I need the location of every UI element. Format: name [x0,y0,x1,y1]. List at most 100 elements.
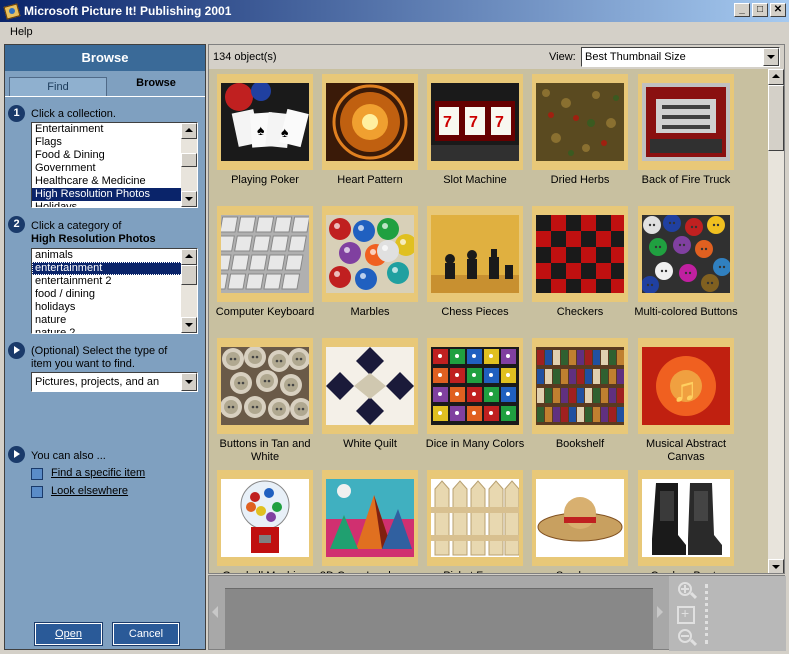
find-item-checkbox-icon[interactable] [31,468,43,480]
thumbnail-image[interactable] [431,347,519,425]
thumbnail-item[interactable]: Computer Keyboard [212,203,318,333]
collection-list-scrollbar[interactable] [181,123,197,207]
thumbnail-image[interactable]: 777 [431,83,519,161]
thumbnail-image[interactable] [642,215,730,293]
thumbnail-item[interactable]: ♠ ♠ Playing Poker [212,71,318,201]
thumbnail-frame[interactable] [532,206,628,302]
list-item[interactable]: entertainment 2 [32,275,197,288]
list-item[interactable]: nature [32,314,197,327]
scroll-up-button[interactable] [768,69,784,85]
thumbnail-item[interactable]: Cowboy Boots [633,467,739,573]
thumbnail-image[interactable] [536,479,624,557]
thumbnail-frame[interactable] [532,338,628,434]
thumbnail-image[interactable] [326,215,414,293]
minimize-button[interactable]: _ [734,3,750,17]
thumbnail-frame[interactable] [217,470,313,566]
view-select[interactable]: Best Thumbnail Size [581,47,780,67]
thumbnail-image[interactable] [326,479,414,557]
thumbnail-item[interactable]: Sombrero [527,467,633,573]
tab-find[interactable]: Find [9,77,107,97]
thumbnail-image[interactable] [221,479,309,557]
tray-left-arrow-icon[interactable] [212,606,218,618]
close-button[interactable]: ✕ [770,3,786,17]
scroll-thumb[interactable] [768,85,784,151]
gallery-scrollbar[interactable] [768,69,784,573]
thumbnail-frame[interactable] [322,338,418,434]
tray-right-arrow-icon[interactable] [657,606,663,618]
thumbnail-frame[interactable] [638,470,734,566]
scroll-down-button[interactable] [768,559,784,573]
list-item[interactable]: nature 2 [32,327,197,333]
item-type-select[interactable]: Pictures, projects, and an [31,372,198,392]
tray-area[interactable] [225,588,653,650]
thumbnail-image[interactable] [326,347,414,425]
thumbnail-image[interactable] [642,83,730,161]
thumbnail-item[interactable]: ♫ Musical Abstract Canvas [633,335,739,465]
menu-help[interactable]: Help [4,26,39,38]
maximize-button[interactable]: □ [752,3,768,17]
thumbnail-item[interactable]: White Quilt [317,335,423,465]
cancel-button[interactable]: Cancel [112,622,180,646]
list-item[interactable]: Food & Dining [32,149,197,162]
thumbnail-item[interactable]: Picket Fence [422,467,528,573]
thumbnail-item[interactable]: Marbles [317,203,423,333]
zoom-slider[interactable] [705,584,709,644]
thumbnail-frame[interactable] [322,74,418,170]
thumbnail-image[interactable] [536,215,624,293]
thumbnail-item[interactable]: 7 7 7 Slot Machine [422,71,528,201]
thumbnail-item[interactable]: Gumball Machine [212,467,318,573]
scroll-thumb[interactable] [181,153,197,167]
thumbnail-image[interactable] [431,215,519,293]
thumbnail-frame[interactable] [638,206,734,302]
thumbnail-frame[interactable] [322,470,418,566]
thumbnail-frame[interactable] [427,206,523,302]
list-item[interactable]: animals [32,249,197,262]
thumbnail-image[interactable] [536,347,624,425]
open-button[interactable]: Open [34,622,103,646]
thumbnail-item[interactable]: Checkers [527,203,633,333]
category-list-scrollbar[interactable] [181,249,197,333]
thumbnail-item[interactable]: Bookshelf [527,335,633,465]
list-item[interactable]: Flags [32,136,197,149]
list-item[interactable]: holidays [32,301,197,314]
zoom-out-icon[interactable] [677,628,698,648]
chevron-down-icon[interactable] [181,373,197,391]
look-elsewhere-link[interactable]: Look elsewhere [51,485,128,497]
thumbnail-frame[interactable] [427,470,523,566]
thumbnail-item[interactable]: Chess Pieces [422,203,528,333]
thumbnail-frame[interactable] [217,338,313,434]
thumbnail-image[interactable] [642,479,730,557]
list-item[interactable]: Holidays [32,201,197,207]
thumbnail-frame[interactable]: ♫ [638,338,734,434]
list-item[interactable]: Government [32,162,197,175]
list-item[interactable]: Healthcare & Medicine [32,175,197,188]
thumbnail-item[interactable]: Multi-colored Buttons [633,203,739,333]
collection-list[interactable]: Entertainment Flags Food & Dining Governmen… [31,122,198,208]
list-item[interactable]: food / dining [32,288,197,301]
fit-view-icon[interactable] [677,605,695,624]
thumbnail-item[interactable]: 3D Cone Landscape [317,467,423,573]
thumbnail-image[interactable] [431,479,519,557]
thumbnail-item[interactable]: Back of Fire Truck [633,71,739,201]
list-item[interactable]: entertainment [32,262,197,275]
thumbnail-image[interactable]: ♠ ♠ [221,83,309,161]
tab-browse[interactable]: Browse [107,74,205,97]
thumbnail-frame[interactable] [532,470,628,566]
thumbnail-image[interactable] [326,83,414,161]
thumbnail-frame[interactable] [217,206,313,302]
thumbnail-image[interactable] [221,215,309,293]
scroll-thumb[interactable] [181,265,197,285]
list-item[interactable]: High Resolution Photos [32,188,197,201]
scroll-down-button[interactable] [181,317,197,333]
thumbnail-frame[interactable] [427,338,523,434]
thumbnail-frame[interactable] [638,74,734,170]
chevron-down-icon[interactable] [763,48,779,66]
scroll-up-button[interactable] [181,249,197,265]
thumbnail-image[interactable] [536,83,624,161]
thumbnail-image[interactable]: ♫ [642,347,730,425]
thumbnail-item[interactable]: Buttons in Tan and White [212,335,318,465]
thumbnail-item[interactable]: Dice in Many Colors [422,335,528,465]
scroll-up-button[interactable] [181,123,197,139]
list-item[interactable]: Entertainment [32,123,197,136]
thumbnail-frame[interactable] [532,74,628,170]
